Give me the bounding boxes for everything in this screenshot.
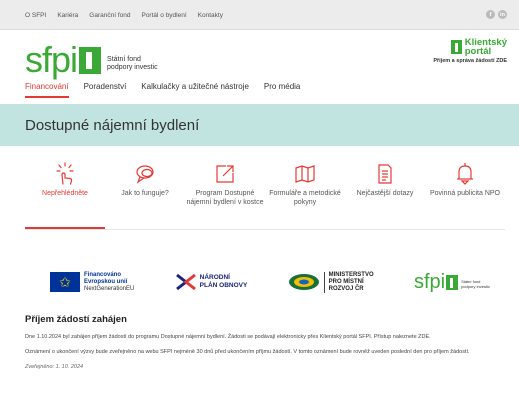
partner-logos: Financováno Evropskou unií NextGeneratio… — [50, 262, 490, 302]
mmr-mark-icon — [288, 272, 320, 292]
sfpi-partner-line2: podpory investic — [461, 284, 490, 289]
main-nav-poradenstvi[interactable]: Poradenství — [84, 80, 127, 98]
mmr-line1: MINISTERSTVO — [328, 271, 374, 278]
section-tiles: Nepřehlédněte Jak to funguje? Program Do… — [25, 160, 505, 230]
eu-flag-icon — [50, 272, 80, 292]
logo-text: Státní fond podpory investic — [107, 56, 158, 72]
sfpi-logo[interactable]: sfpi Státní fond podpory investic — [25, 38, 158, 78]
sfpi-partner-wordmark: sfpi — [413, 271, 446, 293]
mmr-logo: MINISTERSTVO PRO MÍSTNÍ ROZVOJ ČR — [288, 271, 374, 293]
logo-line2: podpory investic — [107, 64, 158, 71]
chat-bubbles-icon — [134, 160, 156, 188]
external-link-icon — [214, 160, 236, 188]
logo-line1: Státní fond — [107, 56, 141, 63]
tile-label: Nepřehlédněte — [42, 190, 88, 197]
news-article: Příjem žádostí zahájen Dne 1.10.2024 byl… — [25, 314, 495, 378]
npo-logo: NÁRODNÍ PLÁN OBNOVY — [175, 271, 248, 293]
top-nav-garancni-fond[interactable]: Garanční fond — [89, 12, 130, 19]
klientsky-portal-link[interactable]: Klientský portál Příjem a správa žádostí… — [433, 38, 507, 64]
news-title: Příjem žádostí zahájen — [25, 314, 127, 325]
sfpi-partner-mark-icon — [446, 275, 459, 290]
map-icon — [294, 160, 316, 188]
main-nav-financovani[interactable]: Financování — [25, 80, 69, 98]
tile-label: Program Dostupné nájemní bydlení v kostc… — [186, 190, 264, 206]
sfpi-partner-logo: sfpi Státní fond podpory investic — [414, 272, 490, 292]
npo-mark-icon — [175, 271, 197, 293]
document-icon — [374, 160, 396, 188]
npo-line2: PLÁN OBNOVY — [199, 282, 248, 289]
bell-icon — [454, 160, 476, 188]
social-links: f in — [483, 10, 507, 19]
page-title: Dostupné nájemní bydlení — [25, 117, 200, 134]
tile-label: Nejčastější dotazy — [356, 190, 414, 197]
pointer-click-icon — [54, 160, 76, 188]
main-nav-pro-media[interactable]: Pro média — [264, 80, 300, 98]
linkedin-icon[interactable]: in — [498, 10, 507, 19]
logo-mark-icon — [79, 47, 102, 74]
eu-line2: Evropskou unií — [84, 278, 128, 285]
mmr-line2: PRO MÍSTNÍ — [328, 278, 364, 285]
tile-label: Formuláře a metodické pokyny — [269, 190, 341, 206]
top-nav-o-sfpi[interactable]: O SFPI — [25, 12, 46, 19]
top-nav-portal-o-bydleni[interactable]: Portál o bydlení — [141, 12, 186, 19]
logo-wordmark: sfpi — [25, 39, 78, 80]
top-nav-kariera[interactable]: Kariéra — [57, 12, 78, 19]
main-nav-kalkulacky[interactable]: Kalkulačky a užitečné nástroje — [141, 80, 249, 98]
tile-formulare[interactable]: Formuláře a metodické pokyny — [265, 160, 345, 229]
news-date: Zveřejněno: 1. 10. 2024 — [25, 364, 84, 370]
npo-line1: NÁRODNÍ — [199, 274, 230, 281]
portal-line2: portál — [464, 46, 492, 57]
portal-logo-icon — [450, 40, 462, 54]
top-bar: O SFPI Kariéra Garanční fond Portál o by… — [0, 0, 519, 30]
hero-banner: Dostupné nájemní bydlení — [0, 104, 519, 146]
tile-neprehlednete[interactable]: Nepřehlédněte — [25, 160, 105, 229]
mmr-line3: ROZVOJ ČR — [328, 285, 364, 292]
tile-label: Jak to funguje? — [121, 190, 169, 197]
tile-label: Povinná publicita NPO — [429, 190, 501, 197]
facebook-icon[interactable]: f — [486, 10, 495, 19]
tile-program-v-kostce[interactable]: Program Dostupné nájemní bydlení v kostc… — [185, 160, 265, 229]
tile-publicita-npo[interactable]: Povinná publicita NPO — [425, 160, 505, 229]
eu-line1: Financováno — [84, 271, 122, 278]
news-paragraph: Dne 1.10.2024 byl zahájen příjem žádostí… — [25, 334, 431, 340]
top-nav-kontakty[interactable]: Kontakty — [198, 12, 223, 19]
eu-logo: Financováno Evropskou unií NextGeneratio… — [50, 272, 134, 293]
news-paragraph: Oznámení o ukončení výzvy bude zveřejněn… — [25, 349, 470, 355]
top-nav: O SFPI Kariéra Garanční fond Portál o by… — [25, 0, 234, 30]
eu-line3: NextGenerationEU — [84, 285, 135, 292]
main-nav: Financování Poradenství Kalkulačky a uži… — [25, 80, 315, 98]
portal-subtitle: Příjem a správa žádostí ZDE — [433, 58, 507, 64]
tile-jak-to-funguje[interactable]: Jak to funguje? — [105, 160, 185, 229]
tile-nejcastejsi-dotazy[interactable]: Nejčastější dotazy — [345, 160, 425, 229]
